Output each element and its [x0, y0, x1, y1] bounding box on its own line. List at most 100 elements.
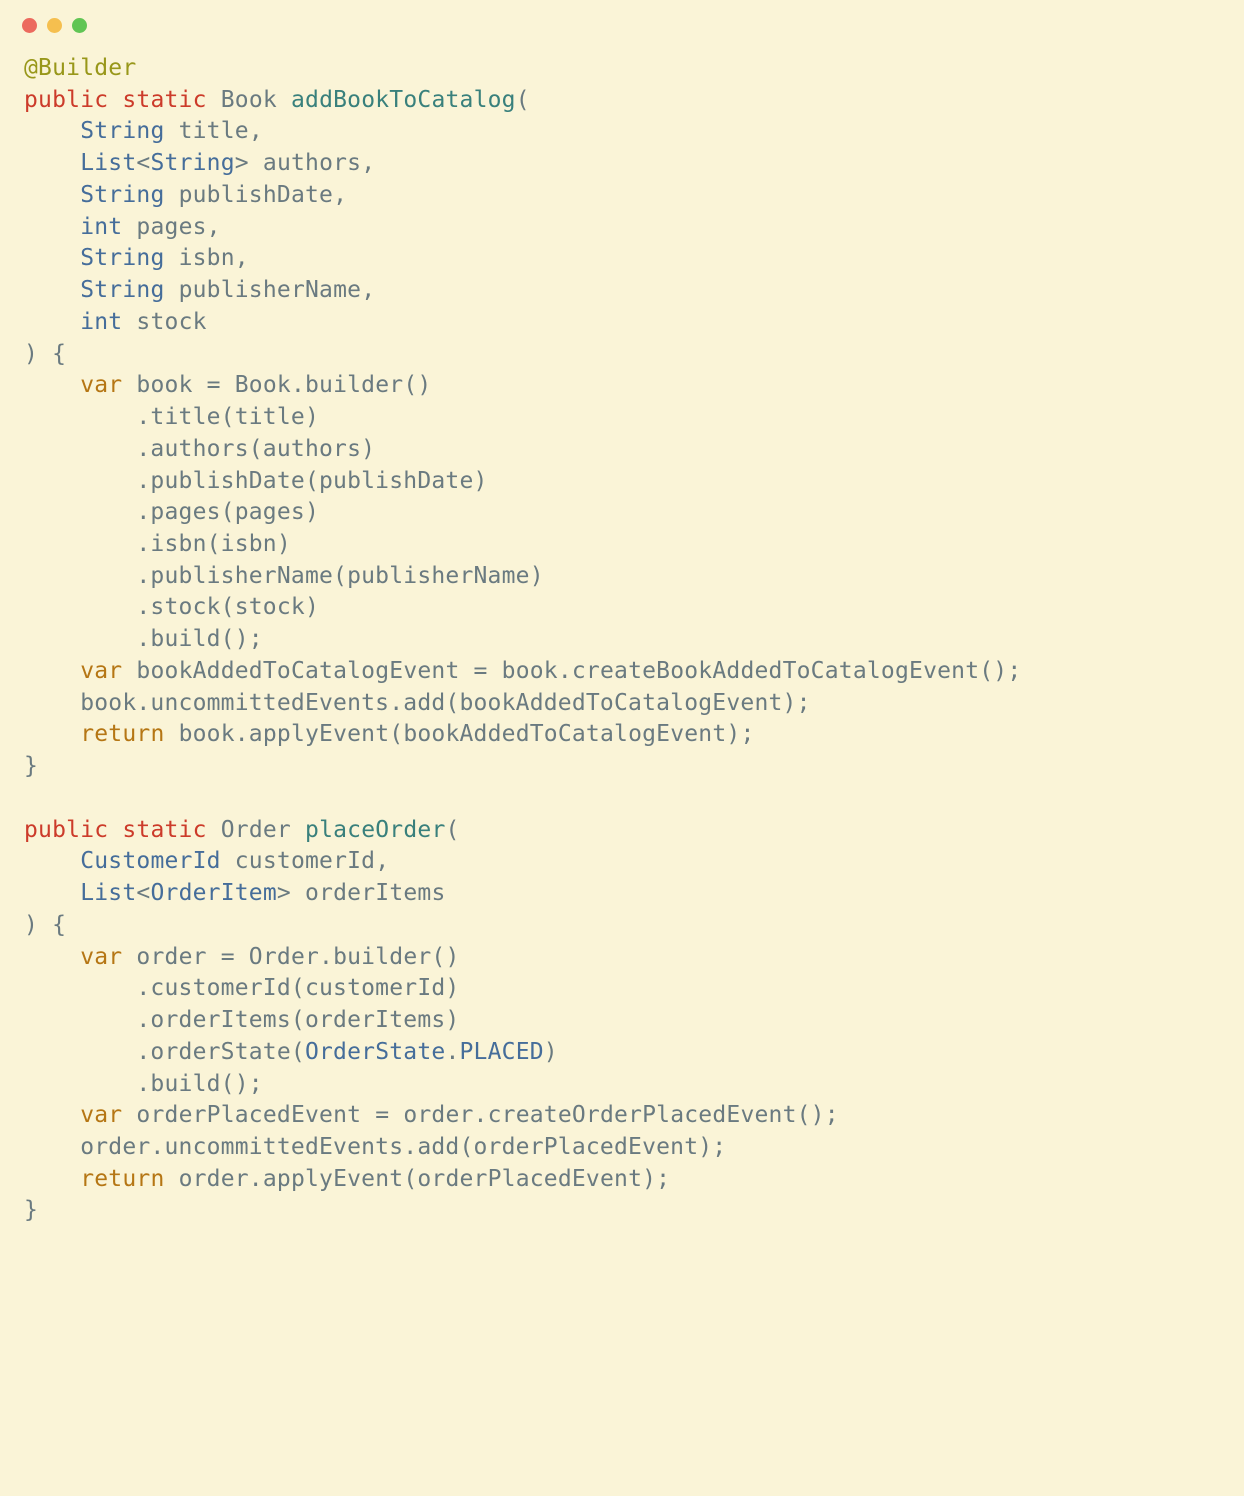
code-token: ): [544, 1039, 558, 1065]
code-token: .: [445, 1039, 459, 1065]
code-token: var: [80, 372, 122, 398]
code-token: [24, 1102, 80, 1128]
code-token: [122, 944, 136, 970]
code-token: stock: [136, 309, 206, 335]
code-token: ,: [249, 118, 263, 144]
code-token: [165, 721, 179, 747]
code-token: order.applyEvent(orderPlacedEvent);: [179, 1166, 671, 1192]
code-token: authors: [263, 150, 361, 176]
code-token: ,: [361, 150, 375, 176]
maximize-icon[interactable]: [72, 18, 87, 33]
code-token: bookAddedToCatalogEvent = book.createBoo…: [136, 658, 1021, 684]
code-token: publisherName: [179, 277, 362, 303]
code-token: String: [80, 245, 164, 271]
code-token: }: [24, 1197, 38, 1223]
code-token: ,: [361, 277, 375, 303]
code-token: Book: [221, 87, 291, 113]
code-token: [24, 245, 80, 271]
code-token: [24, 277, 80, 303]
code-token: public: [24, 817, 108, 843]
code-token: [24, 214, 80, 240]
code-token: [24, 848, 80, 874]
code-token: [165, 182, 179, 208]
code-token: ,: [333, 182, 347, 208]
code-token: [165, 277, 179, 303]
code-token: .title(title): [24, 404, 319, 430]
window-titlebar: [0, 0, 1244, 43]
minimize-icon[interactable]: [47, 18, 62, 33]
code-token: .build();: [24, 626, 263, 652]
code-token: publishDate: [179, 182, 334, 208]
code-token: book.applyEvent(bookAddedToCatalogEvent)…: [179, 721, 755, 747]
code-token: placeOrder: [305, 817, 445, 843]
code-token: [122, 1102, 136, 1128]
code-token: [122, 309, 136, 335]
code-token: static: [122, 87, 206, 113]
code-token: [165, 118, 179, 144]
code-token: String: [80, 118, 164, 144]
code-token: int: [80, 214, 122, 240]
code-token: [207, 817, 221, 843]
code-token: String: [80, 277, 164, 303]
code-token: [291, 880, 305, 906]
code-token: [24, 944, 80, 970]
code-token: .pages(pages): [24, 499, 319, 525]
code-token: public: [24, 87, 108, 113]
code-token: >: [235, 150, 249, 176]
code-token: order.uncommittedEvents.add(orderPlacedE…: [24, 1134, 726, 1160]
code-token: String: [80, 182, 164, 208]
code-token: [108, 817, 122, 843]
code-token: ,: [235, 245, 249, 271]
code-token: ,: [207, 214, 221, 240]
code-token: .authors(authors): [24, 436, 375, 462]
code-token: [24, 1166, 80, 1192]
code-token: ) {: [24, 912, 66, 938]
code-token: [221, 848, 235, 874]
code-token: book.uncommittedEvents.add(bookAddedToCa…: [24, 690, 811, 716]
code-token: return: [80, 721, 164, 747]
code-token: .build();: [24, 1071, 263, 1097]
code-token: }: [24, 753, 38, 779]
close-icon[interactable]: [22, 18, 37, 33]
code-token: int: [80, 309, 122, 335]
code-token: book = Book.builder(): [136, 372, 431, 398]
code-token: var: [80, 658, 122, 684]
code-token: .isbn(isbn): [24, 531, 291, 557]
code-token: [249, 150, 263, 176]
code-token: (: [516, 87, 530, 113]
code-token: .publisherName(publisherName): [24, 563, 544, 589]
code-token: var: [80, 944, 122, 970]
code-token: [122, 658, 136, 684]
code-token: [108, 87, 122, 113]
code-token: [24, 372, 80, 398]
code-token: [24, 721, 80, 747]
code-token: OrderItem: [150, 880, 276, 906]
code-token: Order: [221, 817, 305, 843]
code-token: .orderItems(orderItems): [24, 1007, 459, 1033]
code-window: @Builder public static Book addBookToCat…: [0, 0, 1244, 1251]
code-token: @Builder: [24, 55, 136, 81]
code-token: static: [122, 817, 206, 843]
code-token: order = Order.builder(): [136, 944, 459, 970]
code-token: isbn: [179, 245, 235, 271]
code-token: .stock(stock): [24, 594, 319, 620]
code-token: [24, 658, 80, 684]
code-token: .customerId(customerId): [24, 975, 459, 1001]
code-token: [24, 880, 80, 906]
code-token: String: [150, 150, 234, 176]
code-token: orderItems: [305, 880, 445, 906]
code-token: PLACED: [460, 1039, 544, 1065]
code-token: [24, 182, 80, 208]
code-token: pages: [136, 214, 206, 240]
code-token: [165, 1166, 179, 1192]
code-token: <: [136, 880, 150, 906]
code-token: CustomerId: [80, 848, 220, 874]
code-token: title: [179, 118, 249, 144]
code-token: [122, 372, 136, 398]
code-token: [122, 214, 136, 240]
code-token: List: [80, 150, 136, 176]
code-token: (: [446, 817, 460, 843]
code-token: customerId: [235, 848, 375, 874]
code-token: .orderState(: [24, 1039, 305, 1065]
code-token: [24, 309, 80, 335]
